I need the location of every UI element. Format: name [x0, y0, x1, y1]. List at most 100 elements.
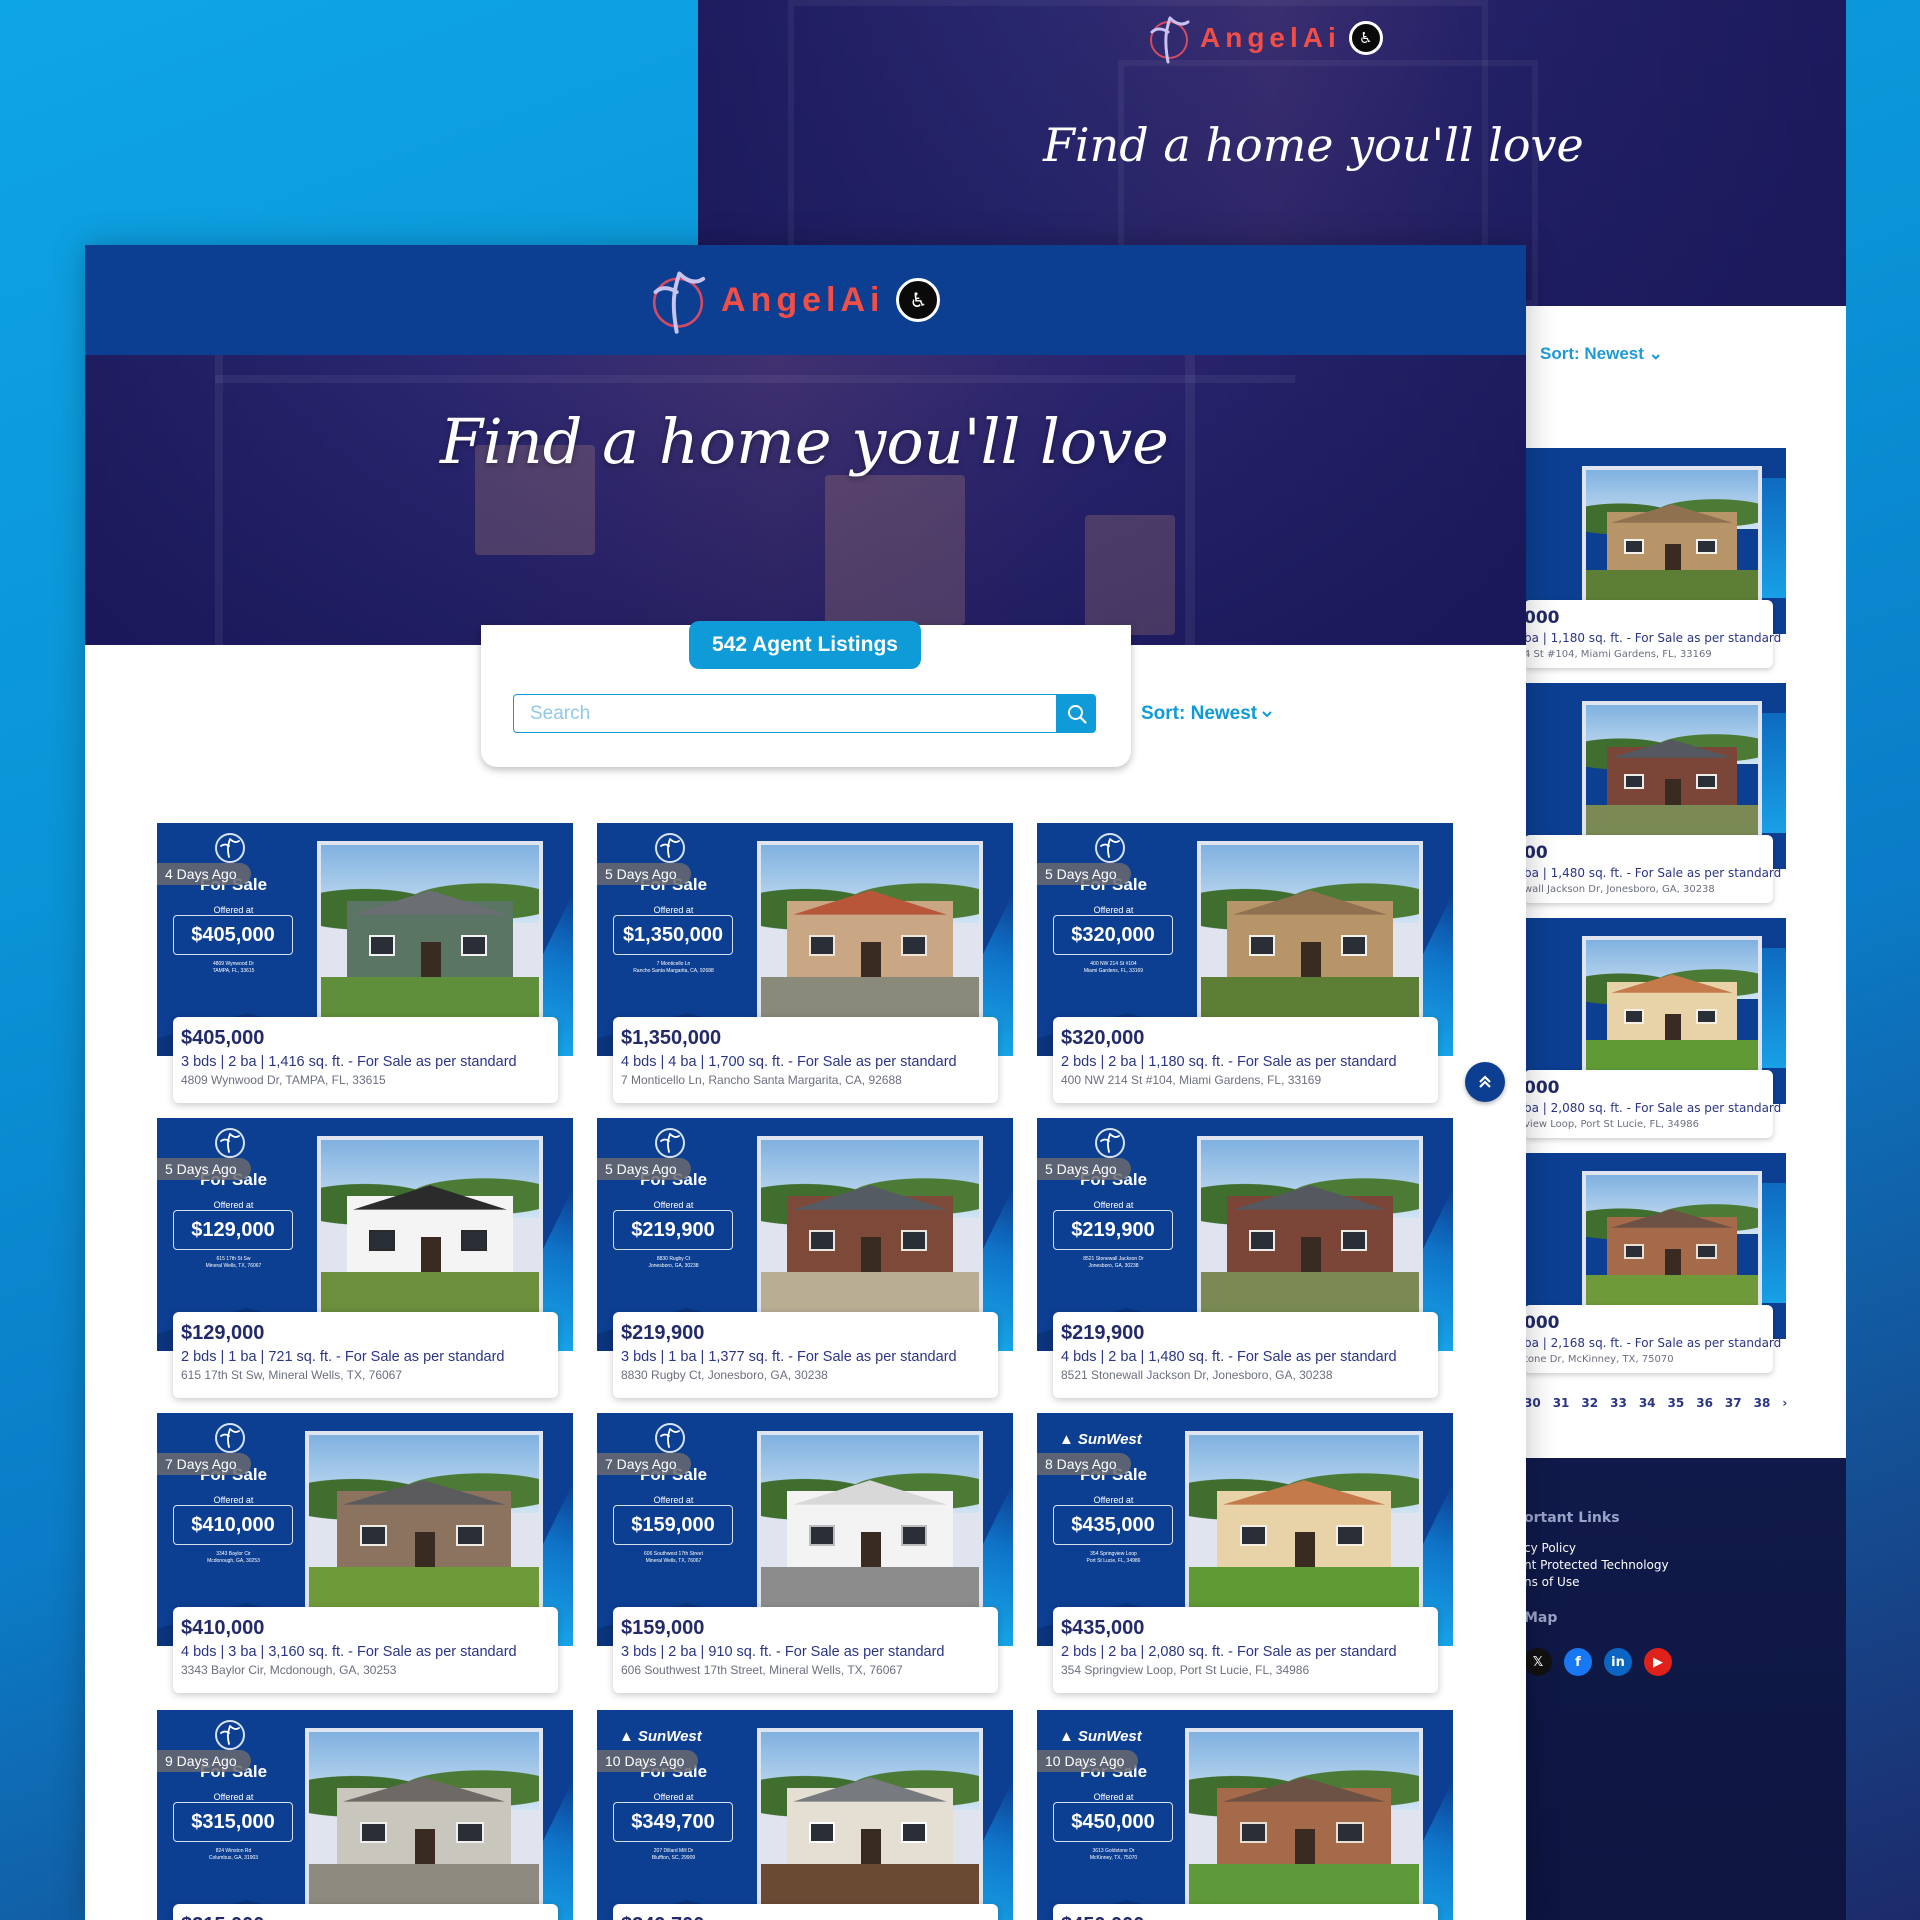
- search-input[interactable]: [513, 694, 1057, 733]
- back-listing-card: 000 ba | 2,080 sq. ft. - For Sale as per …: [1524, 918, 1786, 1140]
- back-listing-details: ba | 1,180 sq. ft. - For Sale as per sta…: [1524, 631, 1782, 645]
- days-ago-badge: 5 Days Ago: [157, 1158, 251, 1180]
- photo-ground: [321, 977, 539, 1019]
- listing-card[interactable]: For SaleOffered at$159,000606 Southwest …: [597, 1413, 1013, 1695]
- listing-card[interactable]: For SaleOffered at$129,000615 17th St Sw…: [157, 1118, 573, 1400]
- photo-window: [808, 1525, 836, 1547]
- double-chevron-up-icon: [1479, 1075, 1491, 1088]
- photo-door: [1665, 778, 1681, 808]
- listing-card[interactable]: For SaleOffered at$219,9008521 Stonewall…: [1037, 1118, 1453, 1400]
- listings-count-badge: 542 Agent Listings: [689, 621, 921, 669]
- flyer-address: 3343 Baylor Cir Mcdonough, GA, 30253: [207, 1551, 260, 1564]
- listing-flyer: ▲SunWestFor SaleOffered at$349,700207 Di…: [597, 1710, 1013, 1920]
- flyer-address: 4809 Wynwood Dr TAMPA, FL, 33615: [212, 961, 255, 974]
- listing-price: $435,000: [1061, 1617, 1145, 1639]
- flyer-price: $405,000: [173, 915, 293, 955]
- listing-card[interactable]: ▲SunWestFor SaleOffered at$349,700207 Di…: [597, 1710, 1013, 1920]
- flyer-accent-stripe: [981, 1780, 1013, 1920]
- hero-architecture: [215, 375, 1295, 383]
- flyer-offered-at-label: Offered at: [1093, 1495, 1134, 1505]
- listing-card[interactable]: ▲SunWestFor SaleOffered at$450,0003613 G…: [1037, 1710, 1453, 1920]
- scroll-to-top-button[interactable]: [1465, 1062, 1505, 1102]
- days-ago-badge: 5 Days Ago: [1037, 863, 1131, 885]
- footer-links-heading: ortant Links: [1524, 1510, 1620, 1526]
- listing-photo-frame: [1185, 1728, 1423, 1906]
- listing-info-panel: $219,900 3 bds | 1 ba | 1,377 sq. ft. - F…: [613, 1312, 998, 1398]
- flyer-address: 7 Monticello Ln Rancho Santa Margarita, …: [633, 961, 714, 974]
- photo-window: [460, 935, 487, 957]
- listing-price: $1,350,000: [621, 1027, 722, 1049]
- photo-door: [414, 1829, 436, 1868]
- photo-ground: [1201, 1272, 1419, 1314]
- photo-window: [1623, 538, 1645, 555]
- listing-card[interactable]: For SaleOffered at$219,9008830 Rugby Ct …: [597, 1118, 1013, 1400]
- site-header: AngelAi ♿: [85, 245, 1526, 355]
- listing-photo: [1586, 705, 1758, 837]
- listing-card[interactable]: For SaleOffered at$405,0004809 Wynwood D…: [157, 823, 573, 1105]
- photo-window: [456, 1822, 484, 1844]
- listing-photo: [1586, 1175, 1758, 1307]
- listing-card[interactable]: For SaleOffered at$410,0003343 Baylor Ci…: [157, 1413, 573, 1695]
- listing-photo-frame: [1197, 841, 1423, 1019]
- photo-ground: [309, 1567, 539, 1609]
- listing-info-panel: $129,000 2 bds | 1 ba | 721 sq. ft. - For…: [173, 1312, 558, 1398]
- flyer-accent-stripe: [1762, 948, 1786, 1068]
- sort-dropdown[interactable]: Sort: Newest: [1141, 694, 1273, 733]
- photo-window: [368, 935, 396, 957]
- listing-card[interactable]: ▲SunWestFor SaleOffered at$435,000354 Sp…: [1037, 1413, 1453, 1695]
- photo-window: [900, 1822, 927, 1844]
- accessibility-icon[interactable]: ♿: [896, 278, 941, 322]
- back-listing-photo-frame: [1582, 1171, 1762, 1311]
- listing-photo-frame: [317, 841, 543, 1019]
- chevron-down-icon: [1262, 710, 1272, 717]
- photo-door: [421, 942, 441, 981]
- listing-info-panel: $450,000: [1053, 1904, 1438, 1920]
- site-logo[interactable]: AngelAi ♿: [647, 263, 941, 337]
- listing-photo-frame: [757, 841, 983, 1019]
- page-link: 32: [1581, 1396, 1599, 1410]
- listing-photo: [1586, 470, 1758, 602]
- photo-window: [1248, 935, 1276, 957]
- search-button[interactable]: [1057, 694, 1096, 733]
- flyer-offered-at-label: Offered at: [213, 1792, 254, 1802]
- days-ago-badge: 10 Days Ago: [1037, 1750, 1139, 1772]
- listing-photo: [761, 1140, 979, 1314]
- listing-card[interactable]: For SaleOffered at$320,000400 NW 214 St …: [1037, 823, 1453, 1105]
- flyer-address: 606 Southwest 17th Street Mineral Wells,…: [644, 1551, 703, 1564]
- photo-door: [1665, 543, 1681, 573]
- footer-site-map: Map: [1524, 1610, 1558, 1626]
- back-listing-card: 000 ba | 2,168 sq. ft. - For Sale as per …: [1524, 1153, 1786, 1375]
- photo-ground: [761, 977, 979, 1019]
- angel-logo-icon: [655, 1423, 685, 1453]
- listing-photo: [309, 1435, 539, 1609]
- back-listing-price: 000: [1524, 608, 1560, 628]
- page-link: 38: [1753, 1396, 1771, 1410]
- search-icon: [1067, 704, 1087, 724]
- photo-window: [1623, 1243, 1645, 1260]
- flyer-accent-stripe: [1762, 713, 1786, 833]
- angel-logo-icon: [1095, 833, 1125, 863]
- back-listing-price: 000: [1524, 1313, 1560, 1333]
- photo-window: [1248, 1230, 1276, 1252]
- listing-card[interactable]: For SaleOffered at$315,000824 Winston Rd…: [157, 1710, 573, 1920]
- listing-photo: [321, 845, 539, 1019]
- photo-door: [861, 1829, 881, 1868]
- listing-photo-frame: [317, 1136, 543, 1314]
- listing-price: $219,900: [1061, 1322, 1145, 1344]
- flyer-price: $219,900: [613, 1210, 733, 1250]
- sunwest-mountain-icon: ▲: [1059, 1430, 1074, 1448]
- flyer-accent-stripe: [1762, 478, 1786, 598]
- listing-price: $315,000: [181, 1914, 558, 1920]
- flyer-accent-stripe: [1421, 1780, 1453, 1920]
- listing-photo: [309, 1732, 539, 1906]
- flyer-address: 824 Winston Rd Columbus, GA, 31903: [208, 1848, 259, 1861]
- flyer-price: $450,000: [1053, 1802, 1173, 1842]
- flyer-price: $435,000: [1053, 1505, 1173, 1545]
- photo-window: [1336, 1822, 1364, 1844]
- sort-label: Sort: Newest: [1141, 702, 1258, 724]
- photo-ground: [1586, 1040, 1758, 1072]
- photo-window: [1696, 538, 1717, 555]
- photo-door: [1294, 1829, 1316, 1868]
- listing-card[interactable]: For SaleOffered at$1,350,0007 Monticello…: [597, 823, 1013, 1105]
- angel-logo-icon: [1095, 1128, 1125, 1158]
